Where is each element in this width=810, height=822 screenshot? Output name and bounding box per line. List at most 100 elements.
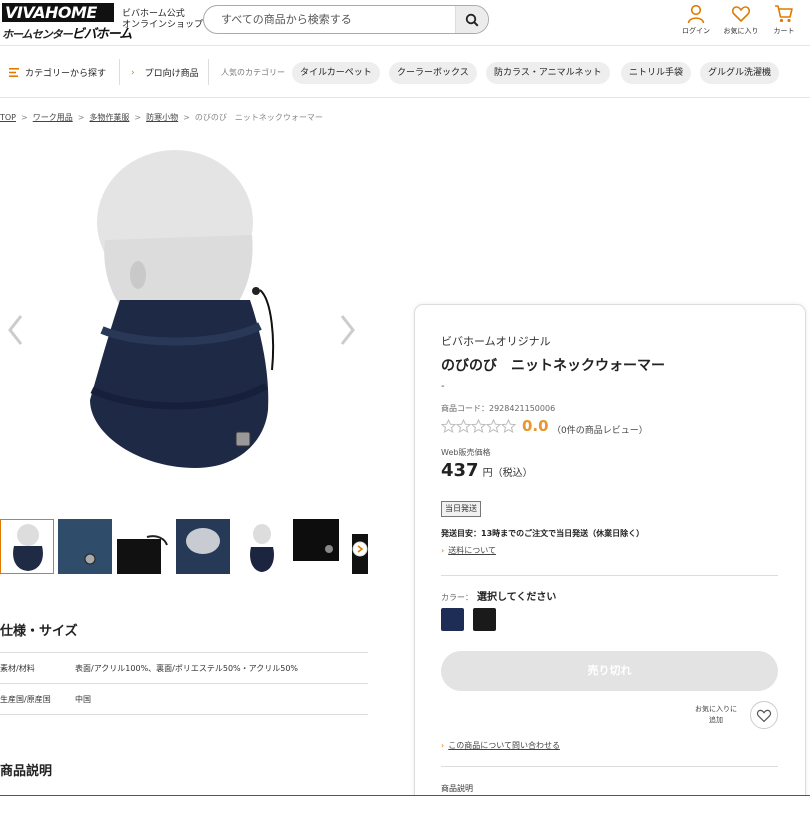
product-subtitle: - xyxy=(441,381,445,392)
product-page: VIVAHOME ホームセンタービバホーム ビバホーム公式 オンラインショップ … xyxy=(0,0,810,822)
category-chip[interactable]: ニトリル手袋 xyxy=(621,62,692,84)
product-title: のびのび ニットネックウォーマー xyxy=(441,358,665,374)
price-unit: 円（税込） xyxy=(482,468,533,479)
price-value: 437 xyxy=(441,460,479,481)
breadcrumb-separator: > xyxy=(77,113,85,122)
login-label: ログイン xyxy=(682,27,710,35)
same-day-badge: 当日発送 xyxy=(441,501,481,517)
star-icon xyxy=(471,419,486,433)
vivahome-logo[interactable]: VIVAHOME ホームセンタービバホーム xyxy=(2,3,132,42)
breadcrumb-current: のびのび ニットネックウォーマー xyxy=(194,113,323,122)
price-label: Web販売価格 xyxy=(441,448,491,457)
spec-key: 素材/材料 xyxy=(0,664,35,673)
search-box xyxy=(203,5,489,34)
thumbnail-6[interactable] xyxy=(293,519,347,574)
category-chip[interactable]: グルグル洗濯機 xyxy=(700,62,780,84)
breadcrumb-link[interactable]: TOP xyxy=(0,113,16,122)
category-chip[interactable]: 防カラス・アニマルネット xyxy=(486,62,610,84)
nav-divider xyxy=(119,59,120,85)
cart-button[interactable]: カート xyxy=(764,4,804,38)
breadcrumb-separator: > xyxy=(134,113,142,122)
category-menu-label: カテゴリーから探す xyxy=(25,69,107,79)
category-chip[interactable]: クーラーボックス xyxy=(389,62,477,84)
panel-description-label: 商品説明 xyxy=(441,784,473,793)
thumbnail-5[interactable] xyxy=(235,519,289,574)
heart-icon xyxy=(731,6,751,22)
star-icon xyxy=(486,419,501,433)
color-swatch-black[interactable] xyxy=(473,608,496,631)
add-favorite-label: お気に入りに 追加 xyxy=(695,704,737,726)
star-icon xyxy=(456,419,471,433)
color-label: カラー： 選択してください xyxy=(441,588,556,603)
pro-products-label: プロ向け商品 xyxy=(144,69,199,79)
shipping-link-label: 送料について xyxy=(448,546,496,555)
star-icon xyxy=(501,419,516,433)
favorites-button[interactable]: お気に入り xyxy=(721,4,761,38)
spec-row: 素材/材料 表面/アクリル100%、裏面/ポリエステル50%・アクリル50% xyxy=(0,653,368,684)
breadcrumb-link[interactable]: 防寒小物 xyxy=(146,113,178,122)
inquiry-link-label: この商品について問い合わせる xyxy=(448,741,560,750)
product-brand: ビバホームオリジナル xyxy=(441,335,551,348)
spec-key: 生産国/原産国 xyxy=(0,695,51,704)
category-nav: カテゴリーから探す › プロ向け商品 人気のカテゴリー タイルカーペット クーラ… xyxy=(0,47,810,98)
product-code-label: 商品コード： xyxy=(441,404,489,413)
chevron-right-icon: › xyxy=(131,67,135,78)
thumbnail-7[interactable] xyxy=(352,519,368,574)
thumbnail-3[interactable] xyxy=(117,519,171,574)
logo-bottom: ホームセンタービバホーム xyxy=(2,23,132,42)
sold-out-button[interactable]: 売り切れ xyxy=(441,651,778,691)
add-favorite-button[interactable] xyxy=(750,701,778,729)
favorites-label: お気に入り xyxy=(723,27,759,35)
breadcrumb-link[interactable]: 多物作業服 xyxy=(89,113,129,122)
gallery-next-arrow[interactable] xyxy=(337,313,357,347)
color-swatch-navy[interactable] xyxy=(441,608,464,631)
pro-products-button[interactable]: › プロ向け商品 xyxy=(131,66,199,80)
thumbnail-2[interactable] xyxy=(58,519,112,574)
list-icon xyxy=(9,68,19,77)
product-code-value: 2928421150006 xyxy=(489,404,556,413)
add-favorite-line2: 追加 xyxy=(709,716,723,724)
product-code: 商品コード：2928421150006 xyxy=(441,403,555,414)
thumbnail-4[interactable] xyxy=(176,519,230,574)
star-icon xyxy=(441,419,456,433)
category-chip[interactable]: タイルカーペット xyxy=(292,62,380,84)
review-count-link[interactable]: （0件の商品レビュー） xyxy=(552,423,648,436)
user-icon xyxy=(687,4,705,24)
breadcrumb-separator: > xyxy=(183,113,190,122)
thumbnail-strip xyxy=(0,519,368,575)
search-button[interactable] xyxy=(455,6,488,33)
breadcrumb-link[interactable]: ワーク用品 xyxy=(33,113,73,122)
rating-stars xyxy=(441,419,516,433)
inquiry-link[interactable]: › この商品について問い合わせる xyxy=(441,740,560,751)
divider xyxy=(441,575,778,576)
spec-value: 表面/アクリル100%、裏面/ポリエステル50%・アクリル50% xyxy=(75,664,299,673)
rating-score: 0.0 xyxy=(522,417,549,435)
nav-divider xyxy=(208,59,209,85)
color-label-text: カラー： xyxy=(441,593,473,602)
login-button[interactable]: ログイン xyxy=(676,4,716,38)
shipping-link[interactable]: › 送料について xyxy=(441,545,496,556)
price: 437 円（税込） xyxy=(441,460,533,481)
chevron-right-icon: › xyxy=(441,741,445,750)
search-input[interactable] xyxy=(204,6,454,33)
breadcrumb: TOP > ワーク用品 > 多物作業服 > 防寒小物 > のびのび ニットネックウォーマー xyxy=(0,112,323,123)
site-header: VIVAHOME ホームセンタービバホーム ビバホーム公式 オンラインショップ … xyxy=(0,0,810,46)
purchase-panel: ビバホームオリジナル のびのび ニットネックウォーマー - 商品コード：2928… xyxy=(414,304,806,822)
cart-label: カート xyxy=(773,27,795,35)
add-favorite-line1: お気に入りに xyxy=(695,705,737,713)
popular-categories-label: 人気のカテゴリー xyxy=(221,68,285,77)
shop-name-line1: ビバホーム公式 xyxy=(122,9,185,19)
divider xyxy=(441,766,778,767)
gallery-prev-arrow[interactable] xyxy=(6,313,26,347)
shipping-info: 発送目安：13時までのご注文で当日発送（休業日除く） xyxy=(441,529,645,538)
category-menu-button[interactable]: カテゴリーから探す xyxy=(9,66,106,79)
breadcrumb-separator: > xyxy=(21,113,28,122)
search-icon xyxy=(465,13,479,27)
product-main-image xyxy=(60,150,300,475)
spec-row: 生産国/原産国 中国 xyxy=(0,684,368,715)
color-prompt: 選択してください xyxy=(477,592,557,603)
thumbnail-1[interactable] xyxy=(0,519,54,574)
heart-icon xyxy=(756,709,772,722)
cart-icon xyxy=(775,5,793,23)
spec-table: 素材/材料 表面/アクリル100%、裏面/ポリエステル50%・アクリル50% 生… xyxy=(0,652,368,715)
